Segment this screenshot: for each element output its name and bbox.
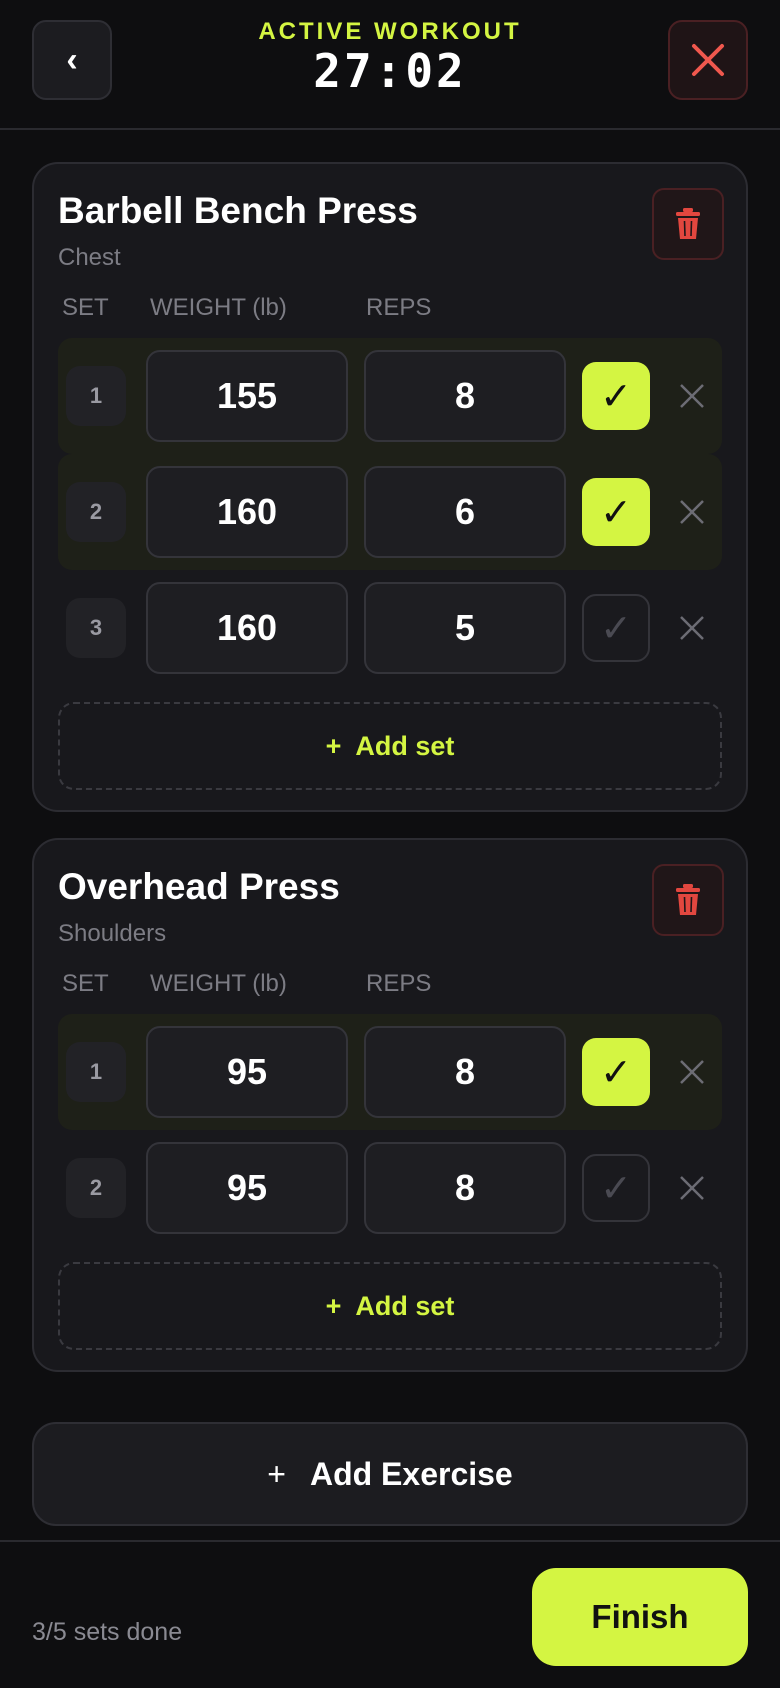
weight-input[interactable]: 160 [146,582,348,674]
column-header-set: SET [62,294,109,321]
reps-input[interactable]: 8 [364,350,566,442]
workout-status-label: ACTIVE WORKOUT [258,18,522,45]
plus-icon: + [267,1455,286,1492]
close-workout-button[interactable] [668,20,748,100]
trash-icon [676,208,700,239]
exercise-muscle-group: Chest [58,244,121,271]
checkmark-icon: ✓ [600,491,632,534]
reps-input[interactable]: 5 [364,582,566,674]
exercise-name: Barbell Bench Press [58,190,418,231]
close-icon [692,44,724,76]
add-exercise-button[interactable]: + Add Exercise [32,1422,748,1526]
sets-progress-text: 3/5 sets done [32,1618,183,1646]
set-row: 3 160 5 ✓ [58,570,722,686]
set-row: 2 95 8 ✓ [58,1130,722,1246]
set-number: 1 [66,366,126,426]
add-set-label: Add set [355,1290,455,1321]
complete-set-checkbox[interactable]: ✓ [582,478,650,546]
remove-set-button[interactable] [664,1160,720,1216]
plus-icon: + [325,730,342,761]
reps-input[interactable]: 6 [364,466,566,558]
checkmark-icon: ✓ [600,1167,632,1210]
weight-input[interactable]: 155 [146,350,348,442]
trash-icon [676,884,700,915]
remove-set-button[interactable] [664,1044,720,1100]
set-number: 1 [66,1042,126,1102]
add-exercise-label: Add Exercise [309,1455,513,1492]
complete-set-checkbox[interactable]: ✓ [582,594,650,662]
checkmark-icon: ✓ [600,1051,632,1094]
workout-header: ‹ ACTIVE WORKOUT 27:02 [0,0,780,130]
set-number: 3 [66,598,126,658]
close-icon [680,616,704,640]
exercise-muscle-group: Shoulders [58,920,167,947]
set-row: 1 95 8 ✓ [58,1014,722,1130]
exercise-card: Barbell Bench Press Chest SET WEIGHT (lb… [32,162,748,812]
exercise-card: Overhead Press Shoulders SET WEIGHT (lb)… [32,838,748,1372]
delete-exercise-button[interactable] [652,864,724,936]
complete-set-checkbox[interactable]: ✓ [582,1154,650,1222]
close-icon [680,384,704,408]
checkmark-icon: ✓ [600,375,632,418]
remove-set-button[interactable] [664,368,720,424]
weight-input[interactable]: 160 [146,466,348,558]
weight-input[interactable]: 95 [146,1026,348,1118]
column-header-weight: WEIGHT (lb) [150,970,287,997]
add-set-button[interactable]: + Add set [58,1262,722,1350]
workout-footer: 3/5 sets done Finish [0,1540,780,1688]
close-icon [680,1060,704,1084]
set-number: 2 [66,482,126,542]
weight-input[interactable]: 95 [146,1142,348,1234]
delete-exercise-button[interactable] [652,188,724,260]
set-row: 2 160 6 ✓ [58,454,722,570]
set-row: 1 155 8 ✓ [58,338,722,454]
column-header-reps: REPS [366,294,432,321]
complete-set-checkbox[interactable]: ✓ [582,1038,650,1106]
remove-set-button[interactable] [664,600,720,656]
remove-set-button[interactable] [664,484,720,540]
column-header-weight: WEIGHT (lb) [150,294,287,321]
plus-icon: + [325,1290,342,1321]
finish-workout-button[interactable]: Finish [532,1568,748,1666]
close-icon [680,500,704,524]
add-set-label: Add set [355,730,455,761]
workout-timer: 27:02 [313,44,467,98]
reps-input[interactable]: 8 [364,1142,566,1234]
column-header-set: SET [62,970,109,997]
add-set-button[interactable]: + Add set [58,702,722,790]
set-number: 2 [66,1158,126,1218]
close-icon [680,1176,704,1200]
reps-input[interactable]: 8 [364,1026,566,1118]
exercise-name: Overhead Press [58,866,340,907]
complete-set-checkbox[interactable]: ✓ [582,362,650,430]
column-header-reps: REPS [366,970,432,997]
checkmark-icon: ✓ [600,607,632,650]
